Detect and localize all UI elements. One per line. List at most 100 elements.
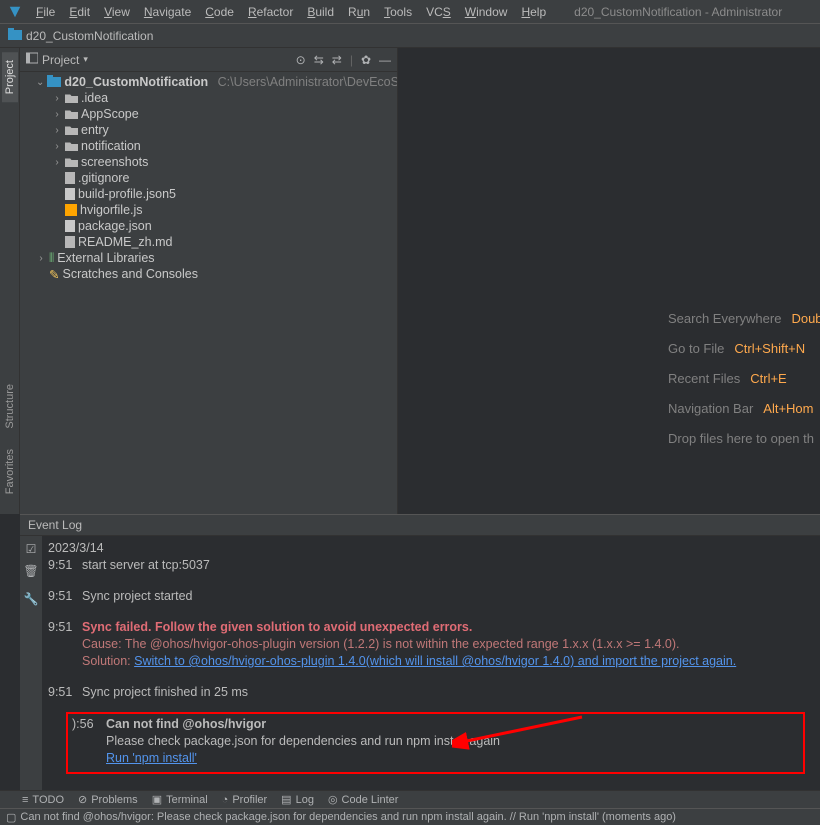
tip-goto: Go to File	[668, 334, 724, 364]
menu-vcs[interactable]: VCS	[420, 3, 457, 21]
editor-tips: Search Everywhere Doub Go to File Ctrl+Shi…	[668, 304, 820, 454]
trash-icon[interactable]: 🗑	[23, 564, 38, 578]
folder-icon	[65, 141, 78, 151]
tool-problems[interactable]: ⊘Problems	[78, 793, 138, 806]
log-entry: 9:51start server at tcp:5037	[48, 557, 814, 574]
hide-icon[interactable]: —	[379, 53, 391, 67]
log-entry: 9:51Sync project started	[48, 588, 814, 605]
file-icon	[65, 172, 75, 184]
event-log-toolbar: ☑ 🗑 🔧	[20, 536, 42, 790]
solution-link[interactable]: Switch to @ohos/hvigor-ohos-plugin 1.4.0…	[134, 654, 736, 668]
folder-icon	[65, 157, 78, 167]
tree-item-package[interactable]: package.json	[20, 218, 397, 234]
menu-bar: File Edit View Navigate Code Refactor Bu…	[0, 0, 820, 24]
log-error-solution: Solution: Switch to @ohos/hvigor-ohos-pl…	[48, 653, 814, 670]
menu-run[interactable]: Run	[342, 3, 376, 21]
divider: |	[350, 53, 353, 67]
menu-build[interactable]: Build	[301, 3, 340, 21]
log-entry: 9:51Sync project finished in 25 ms	[48, 684, 814, 701]
linter-icon: ◎	[328, 793, 338, 806]
tree-item-screenshots[interactable]: ›screenshots	[20, 154, 397, 170]
highlighted-log-entry: ):56Can not find @ohos/hvigor Please che…	[66, 712, 805, 774]
menu-navigate[interactable]: Navigate	[138, 3, 197, 21]
folder-icon	[65, 125, 78, 135]
window-title: d20_CustomNotification - Administrator	[574, 5, 782, 19]
sidebar-tab-project[interactable]: Project	[2, 52, 18, 102]
menu-tools[interactable]: Tools	[378, 3, 418, 21]
terminal-icon: ▣	[152, 793, 162, 806]
tip-search: Search Everywhere	[668, 304, 781, 334]
collapse-icon[interactable]: ⇄	[332, 53, 342, 67]
event-log-header[interactable]: Event Log	[20, 514, 820, 536]
project-panel: Project ▾ ⊙ ⇆ ⇄ | ✿ — ⌄d20_CustomNotific…	[20, 48, 398, 514]
event-log-content[interactable]: 2023/3/14 9:51start server at tcp:5037 9…	[42, 536, 820, 790]
tree-item-idea[interactable]: ›.idea	[20, 90, 397, 106]
tip-nav: Navigation Bar	[668, 394, 753, 424]
json-icon	[65, 220, 75, 232]
breadcrumb-root[interactable]: d20_CustomNotification	[26, 29, 153, 43]
check-icon[interactable]: ☑	[26, 542, 37, 556]
sidebar-tab-favorites[interactable]: Favorites	[2, 439, 18, 504]
js-icon	[65, 204, 77, 216]
tree-root[interactable]: ⌄d20_CustomNotification C:\Users\Adminis…	[20, 74, 397, 90]
tree-scratches[interactable]: ✎Scratches and Consoles	[20, 266, 397, 282]
tree-external-libraries[interactable]: ›⫴External Libraries	[20, 250, 397, 266]
tree-item-gitignore[interactable]: .gitignore	[20, 170, 397, 186]
log-date: 2023/3/14	[48, 540, 814, 557]
tree-item-buildprofile[interactable]: build-profile.json5	[20, 186, 397, 202]
tip-drop: Drop files here to open th	[668, 424, 814, 454]
md-icon	[65, 236, 75, 248]
tool-code-linter[interactable]: ◎Code Linter	[328, 793, 398, 806]
log-icon: ▤	[281, 793, 291, 806]
scratches-icon: ✎	[49, 267, 59, 282]
menu-file[interactable]: File	[30, 3, 61, 21]
tree-item-notification[interactable]: ›notification	[20, 138, 397, 154]
run-npm-install-link[interactable]: Run 'npm install'	[106, 751, 197, 765]
menu-window[interactable]: Window	[459, 3, 514, 21]
tip-recent-kb: Ctrl+E	[750, 364, 786, 394]
project-tree[interactable]: ⌄d20_CustomNotification C:\Users\Adminis…	[20, 72, 397, 514]
tip-nav-kb: Alt+Hom	[763, 394, 813, 424]
status-bar: ▢ Can not find @ohos/hvigor: Please chec…	[0, 808, 820, 825]
menu-view[interactable]: View	[98, 3, 136, 21]
tree-item-entry[interactable]: ›entry	[20, 122, 397, 138]
folder-icon	[8, 28, 22, 43]
module-icon	[47, 75, 61, 90]
json-icon	[65, 188, 75, 200]
annotation-arrow-icon	[452, 712, 592, 752]
log-error-cause: Cause: The @ohos/hvigor-ohos-plugin vers…	[48, 636, 814, 653]
menu-refactor[interactable]: Refactor	[242, 3, 299, 21]
editor-area[interactable]: Search Everywhere Doub Go to File Ctrl+Shi…	[398, 48, 820, 514]
project-panel-header: Project ▾ ⊙ ⇆ ⇄ | ✿ —	[20, 48, 397, 72]
tip-search-kb: Doub	[791, 304, 820, 334]
locate-icon[interactable]: ⊙	[296, 53, 306, 67]
bottom-tool-bar: ≡TODO ⊘Problems ▣Terminal ◔Profiler ▤Log…	[0, 790, 820, 808]
breadcrumb-bar: d20_CustomNotification	[0, 24, 820, 48]
expand-icon[interactable]: ⇆	[314, 53, 324, 67]
tree-item-appscope[interactable]: ›AppScope	[20, 106, 397, 122]
tree-item-hvigorfile[interactable]: hvigorfile.js	[20, 202, 397, 218]
folder-icon	[65, 93, 78, 103]
event-log-panel: Event Log ☑ 🗑 🔧 2023/3/14 9:51start serv…	[20, 514, 820, 790]
tool-todo[interactable]: ≡TODO	[22, 794, 64, 806]
warning-icon: ⊘	[78, 793, 87, 806]
tool-profiler[interactable]: ◔Profiler	[222, 794, 268, 806]
folder-icon	[65, 109, 78, 119]
menu-edit[interactable]: Edit	[63, 3, 96, 21]
tool-terminal[interactable]: ▣Terminal	[152, 793, 208, 806]
library-icon: ⫴	[49, 251, 54, 266]
project-panel-title[interactable]: Project	[42, 53, 79, 67]
tip-goto-kb: Ctrl+Shift+N	[734, 334, 805, 364]
wrench-icon[interactable]: 🔧	[24, 592, 39, 606]
gear-icon[interactable]: ✿	[361, 53, 371, 67]
dropdown-icon[interactable]: ▾	[83, 54, 88, 65]
status-icon[interactable]: ▢	[6, 811, 16, 824]
menu-code[interactable]: Code	[199, 3, 240, 21]
log-entry-error: 9:51Sync failed. Follow the given soluti…	[48, 619, 814, 636]
menu-help[interactable]: Help	[515, 3, 552, 21]
tool-log[interactable]: ▤Log	[281, 793, 314, 806]
status-message: Can not find @ohos/hvigor: Please check …	[20, 811, 676, 823]
tree-item-readme[interactable]: README_zh.md	[20, 234, 397, 250]
sidebar-tab-structure[interactable]: Structure	[2, 374, 18, 439]
project-view-icon	[26, 52, 38, 67]
